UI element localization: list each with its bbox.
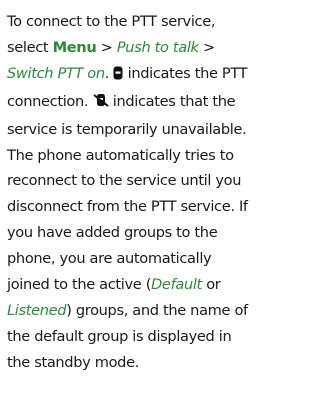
line-4: connection. indicates that the bbox=[7, 89, 319, 117]
line-9: you have added groups to the bbox=[7, 224, 218, 242]
line-8: disconnect from the PTT service. If bbox=[7, 198, 248, 216]
line-7: reconnect to the service until you bbox=[7, 172, 242, 190]
line-2: select Menu > Push to talk > bbox=[7, 38, 215, 56]
line-3: Switch PTT on. indicates the PTT bbox=[7, 61, 319, 89]
ptt-instructions-paragraph: To connect to the PTT service, select Me… bbox=[7, 9, 319, 376]
line-10: phone, you are automatically bbox=[7, 250, 212, 268]
line-6: The phone automatically tries to bbox=[7, 146, 234, 164]
menu-keyword: Menu bbox=[52, 38, 97, 56]
line-12: Listened) groups, and the name of bbox=[7, 301, 248, 319]
switch-ptt-on-menu-path: Switch PTT on bbox=[7, 64, 105, 82]
ptt-unavailable-icon bbox=[92, 91, 109, 117]
line-1: To connect to the PTT service, bbox=[7, 13, 216, 30]
line-11: joined to the active (Default or bbox=[7, 276, 221, 294]
line-5: service is temporarily unavailable. bbox=[7, 120, 247, 138]
listened-group-term: Listened bbox=[7, 301, 67, 319]
default-group-term: Default bbox=[151, 276, 202, 294]
ptt-connected-icon bbox=[113, 63, 123, 89]
line-14: the standby mode. bbox=[7, 353, 139, 371]
line-13: the default group is displayed in bbox=[7, 327, 232, 345]
push-to-talk-menu-path: Push to talk bbox=[116, 38, 199, 56]
